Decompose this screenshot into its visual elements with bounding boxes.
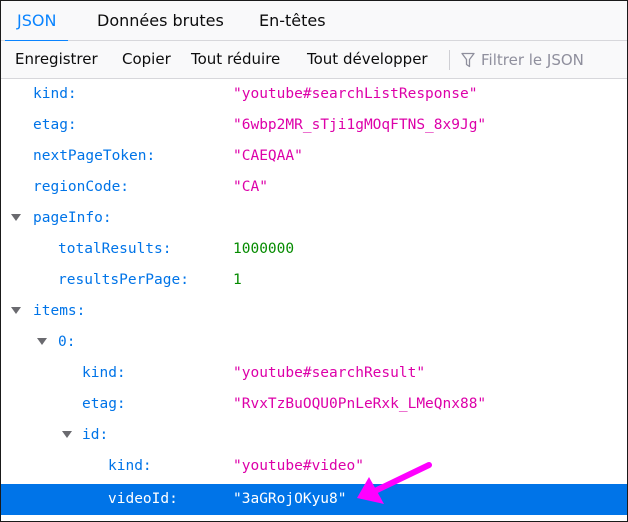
expand-triangle-icon[interactable]	[37, 338, 47, 345]
tab-headers[interactable]: En-têtes	[247, 1, 338, 41]
filter-json-field[interactable]	[457, 47, 623, 73]
json-key: videoId:	[108, 491, 178, 507]
json-key: totalResults:	[58, 241, 172, 257]
json-key: etag:	[33, 117, 77, 133]
json-value: "RvxTzBuOQU0PnLeRxk_LMeQnx88"	[233, 396, 487, 412]
json-key: resultsPerPage:	[58, 272, 189, 288]
json-value: "6wbp2MR_sTji1gMOqFTNS_8x9Jg"	[233, 117, 487, 133]
json-key: nextPageToken:	[33, 148, 156, 164]
json-value: "CAEQAA"	[233, 148, 303, 164]
tree-row-expandable[interactable]: items:	[1, 296, 627, 327]
json-value: 1000000	[233, 241, 295, 257]
json-key: id:	[82, 427, 109, 443]
tree-row-expandable[interactable]: pageInfo:	[1, 203, 627, 234]
tab-json[interactable]: JSON	[5, 1, 69, 42]
json-viewer-window: JSON Données brutes En-têtes Enregistrer…	[0, 0, 628, 522]
tab-raw-data[interactable]: Données brutes	[85, 1, 236, 41]
funnel-icon	[461, 52, 475, 68]
json-key: items:	[33, 303, 86, 319]
expand-all-button[interactable]: Tout développer	[307, 41, 428, 78]
expand-triangle-icon[interactable]	[62, 431, 72, 438]
json-key: regionCode:	[33, 179, 130, 195]
json-key: kind:	[33, 86, 77, 102]
copy-button[interactable]: Copier	[122, 41, 171, 78]
expand-triangle-icon[interactable]	[11, 307, 21, 314]
json-key: kind:	[108, 458, 152, 474]
tree-row[interactable]: resultsPerPage: 1	[1, 265, 627, 296]
tree-row[interactable]: kind: "youtube#video"	[1, 451, 627, 482]
tree-row[interactable]: etag: "RvxTzBuOQU0PnLeRxk_LMeQnx88"	[1, 389, 627, 420]
tree-row[interactable]: kind: "youtube#searchListResponse"	[1, 79, 627, 110]
json-value: "youtube#video"	[233, 458, 364, 474]
collapse-all-button[interactable]: Tout réduire	[191, 41, 280, 78]
json-toolbar: Enregistrer Copier Tout réduire Tout dév…	[1, 41, 627, 79]
tree-row[interactable]: kind: "youtube#searchResult"	[1, 358, 627, 389]
json-value: "CA"	[233, 179, 268, 195]
json-key: kind:	[82, 365, 126, 381]
expand-triangle-icon[interactable]	[11, 214, 21, 221]
toolbar-divider	[449, 50, 450, 70]
viewer-tabs: JSON Données brutes En-têtes	[1, 1, 627, 42]
tree-row-selected[interactable]: videoId: "3aGRojOKyu8"	[1, 484, 627, 515]
filter-json-input[interactable]	[481, 47, 621, 73]
tree-row-expandable[interactable]: 0:	[1, 327, 627, 358]
tree-row-expandable[interactable]: id:	[1, 420, 627, 451]
json-value: 1	[233, 272, 242, 288]
tree-row[interactable]: regionCode: "CA"	[1, 172, 627, 203]
tree-row[interactable]: totalResults: 1000000	[1, 234, 627, 265]
json-value: "3aGRojOKyu8"	[233, 491, 347, 507]
tree-row[interactable]: etag: "6wbp2MR_sTji1gMOqFTNS_8x9Jg"	[1, 110, 627, 141]
json-key: pageInfo:	[33, 210, 112, 226]
json-value: "youtube#searchListResponse"	[233, 86, 478, 102]
json-key: 0:	[58, 334, 76, 350]
json-key: etag:	[82, 396, 126, 412]
tree-row[interactable]: nextPageToken: "CAEQAA"	[1, 141, 627, 172]
json-value: "youtube#searchResult"	[233, 365, 426, 381]
save-button[interactable]: Enregistrer	[15, 41, 98, 78]
